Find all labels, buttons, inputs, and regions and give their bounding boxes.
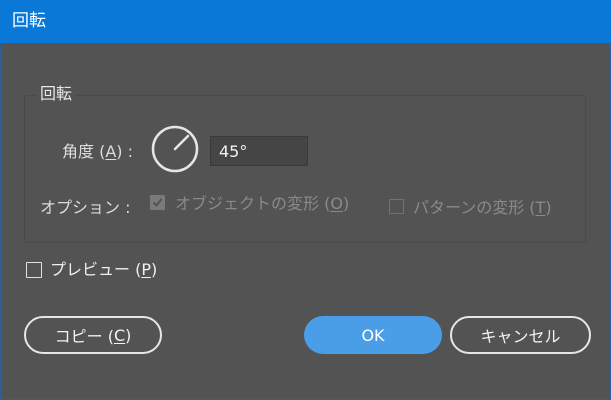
ok-button-label: OK bbox=[361, 325, 385, 345]
preview-label: プレビュー (P) bbox=[50, 260, 158, 279]
copy-button-accel: C bbox=[113, 325, 126, 345]
copy-button-label: コピー ( bbox=[54, 327, 114, 346]
rotate-group-box bbox=[24, 95, 586, 243]
angle-input[interactable] bbox=[210, 136, 308, 166]
window-title: 回転 bbox=[12, 11, 46, 31]
transform-patterns-label: パターンの変形 (T) bbox=[413, 198, 552, 217]
options-label: オプション : bbox=[40, 198, 131, 217]
cancel-button[interactable]: キャンセル bbox=[450, 316, 591, 354]
checkmark-icon bbox=[152, 198, 163, 208]
angle-dial-icon[interactable] bbox=[150, 124, 200, 174]
title-bar[interactable]: 回転 bbox=[0, 0, 611, 44]
transform-objects-label: オブジェクトの変形 (O) bbox=[175, 194, 350, 213]
copy-button[interactable]: コピー (C) bbox=[24, 316, 162, 354]
preview-checkbox[interactable] bbox=[26, 262, 42, 278]
window-border bbox=[0, 44, 1, 400]
ok-button[interactable]: OK bbox=[304, 316, 442, 354]
group-legend: 回転 bbox=[36, 84, 77, 104]
copy-button-suffix: ) bbox=[125, 325, 132, 345]
transform-objects-checkbox[interactable] bbox=[150, 195, 165, 210]
cancel-button-label: キャンセル bbox=[480, 327, 561, 346]
angle-label: 角度 (A) : bbox=[62, 142, 134, 161]
transform-patterns-checkbox[interactable] bbox=[389, 199, 404, 214]
